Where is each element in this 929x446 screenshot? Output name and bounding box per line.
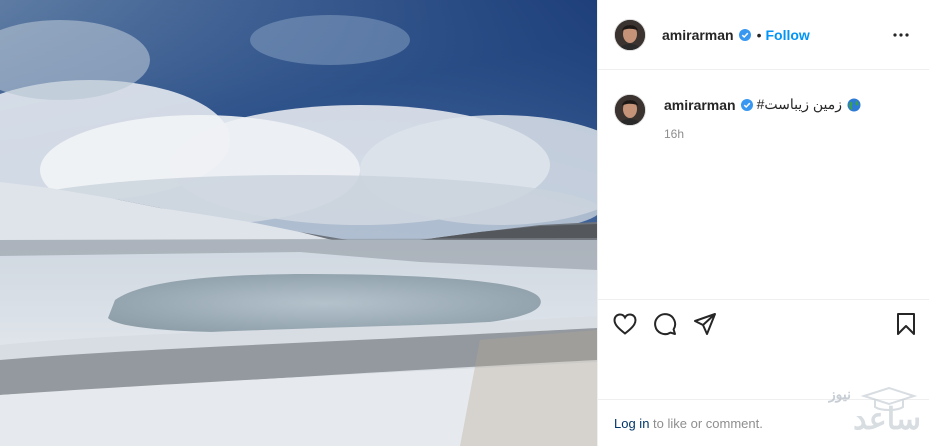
watermark-line1: نیوز [828,386,851,402]
bookmark-icon [897,312,915,335]
login-prompt-text: to like or comment. [649,416,763,431]
more-options-icon[interactable] [889,23,913,47]
caption-avatar[interactable] [614,94,646,126]
paper-plane-icon [694,312,716,335]
watermark-line2: ساعد [853,403,921,436]
avatar[interactable] [614,18,646,51]
caption-text[interactable]: زمین زیباست# [757,96,842,113]
caption-line: amirarman زمین زیباست# [664,96,861,113]
instagram-post: amirarman • Follow amirarman زمین زیباست… [0,0,929,446]
login-link[interactable]: Log in [614,416,649,431]
like-button[interactable] [612,311,638,337]
caption-username[interactable]: amirarman [664,97,736,113]
comment-button[interactable] [652,311,678,337]
verified-badge-icon [740,98,753,111]
profile-photo-icon [615,95,645,125]
caption-comment: amirarman زمین زیباست# 16h [598,70,929,141]
verified-badge-icon [738,28,751,41]
separator-dot: • [756,26,762,43]
post-header: amirarman • Follow [598,0,929,70]
post-photo[interactable] [0,0,597,446]
comment-bubble-icon [654,312,677,335]
post-sidebar: amirarman • Follow amirarman زمین زیباست… [597,0,929,446]
landscape-image [0,0,597,446]
follow-button[interactable]: Follow [766,27,810,43]
save-button[interactable] [893,311,919,337]
author-username[interactable]: amirarman [662,27,734,43]
heart-icon [613,312,637,335]
post-timestamp[interactable]: 16h [664,127,861,141]
globe-icon [847,98,861,111]
action-bar [598,299,929,347]
profile-photo-icon [615,19,645,50]
caption-body: amirarman زمین زیباست# 16h [664,92,861,141]
watermark-logo: نیوز ساعد [795,382,925,442]
share-button[interactable] [692,311,718,337]
